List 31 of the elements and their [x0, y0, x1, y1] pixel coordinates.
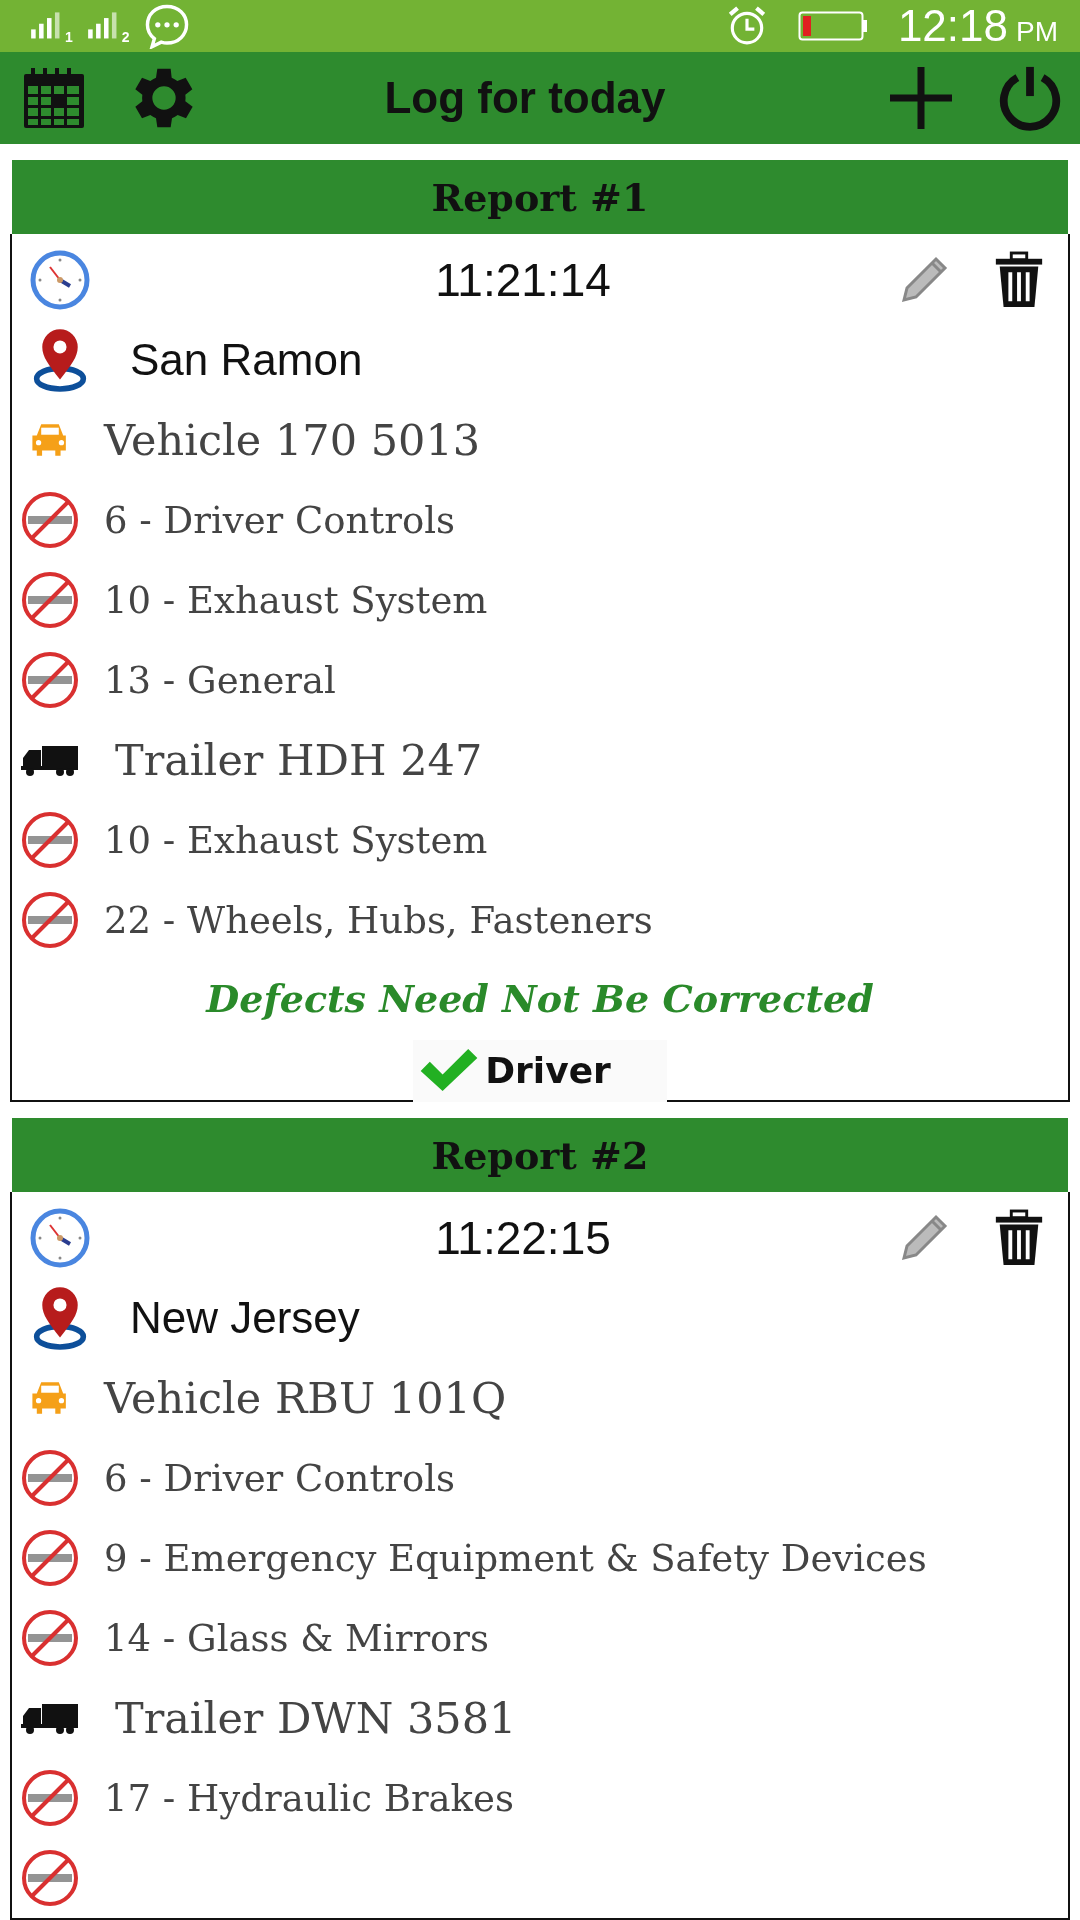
report-time: 11:22:15 — [434, 1211, 612, 1265]
clock-icon — [28, 250, 92, 310]
location-name: New Jersey — [130, 1293, 360, 1343]
defect-item: 6 - Driver Controls — [104, 1456, 456, 1500]
calendar-button[interactable] — [22, 65, 86, 130]
location-name: San Ramon — [130, 335, 363, 385]
trailer-name: Trailer DWN 3581 — [115, 1693, 517, 1743]
vehicle-name: Vehicle RBU 101Q — [104, 1373, 507, 1423]
sim-number: 1 — [65, 28, 73, 45]
report-header: Report #1 — [12, 160, 1068, 234]
defect-item: 9 - Emergency Equipment & Safety Devices — [104, 1536, 927, 1580]
chat-icon — [143, 2, 190, 49]
toolbar-title: Log for today — [383, 72, 667, 123]
defect-item: 22 - Wheels, Hubs, Fasteners — [104, 898, 653, 942]
defect-item: 13 - General — [104, 658, 336, 702]
clock-icon — [28, 1208, 92, 1268]
trailer-name: Trailer HDH 247 — [115, 735, 483, 785]
clock-time: 12:18 — [897, 0, 1008, 51]
report-header: Report #2 — [12, 1118, 1068, 1192]
defect-item: 10 - Exhaust System — [104, 818, 488, 862]
driver-signature-badge: Driver — [413, 1040, 667, 1102]
vehicle-name: Vehicle 170 5013 — [104, 415, 481, 465]
report-time: 11:21:14 — [434, 253, 612, 307]
defect-item: 14 - Glass & Mirrors — [104, 1616, 490, 1660]
defect-item: 17 - Hydraulic Brakes — [104, 1776, 514, 1820]
clock-period: PM — [1016, 15, 1058, 48]
defect-item: 6 - Driver Controls — [104, 498, 456, 542]
defects-status-note: Defects Need Not Be Corrected — [204, 975, 875, 1023]
battery-icon — [797, 10, 868, 41]
sim-number: 2 — [121, 28, 130, 45]
defect-item: 10 - Exhaust System — [104, 578, 488, 622]
